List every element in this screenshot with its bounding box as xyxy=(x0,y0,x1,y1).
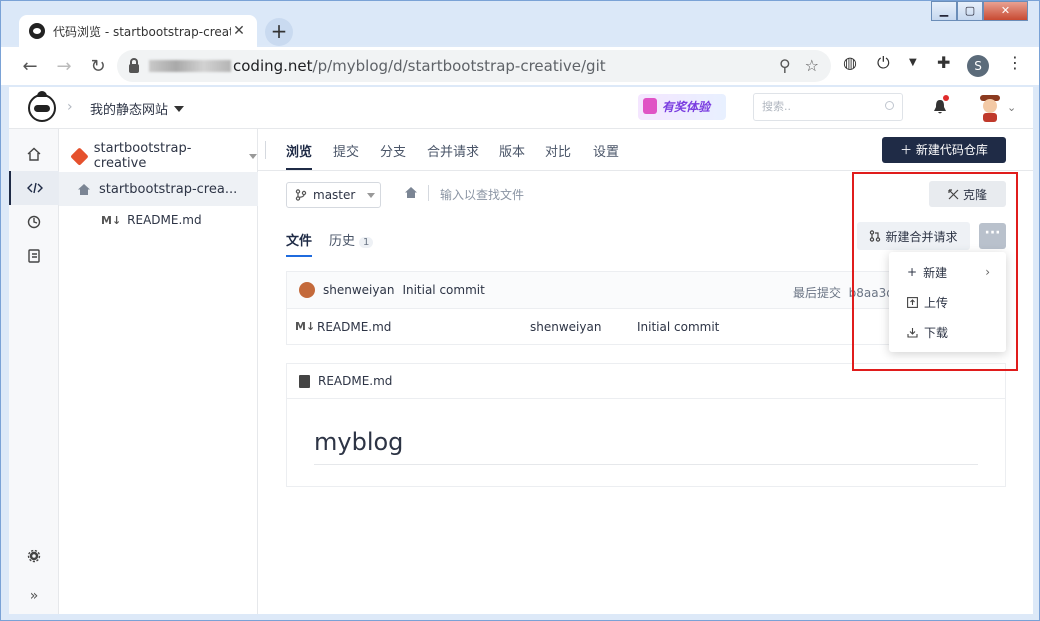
rail-artifacts[interactable] xyxy=(9,239,59,273)
maximize-button[interactable]: ▢ xyxy=(957,1,983,21)
url-text: coding.net/p/myblog/d/startbootstrap-cre… xyxy=(233,57,606,75)
file-search-input[interactable]: 输入以查找文件 xyxy=(440,186,524,203)
rail-settings[interactable] xyxy=(9,539,59,573)
branch-icon xyxy=(295,189,307,201)
home-icon xyxy=(27,147,41,161)
redacted-subdomain xyxy=(149,60,231,72)
rail-code[interactable] xyxy=(9,171,59,205)
tab-releases[interactable]: 版本 xyxy=(499,141,525,160)
readme-title: README.md xyxy=(318,374,393,388)
file-tree-panel: startbootstrap-creative startbootstrap-c… xyxy=(59,129,258,614)
author-avatar xyxy=(299,282,315,298)
history-count-badge: 1 xyxy=(359,237,374,248)
tree-root-item[interactable]: startbootstrap-crea... xyxy=(59,172,258,206)
notification-dot xyxy=(943,95,949,101)
file-name[interactable]: README.md xyxy=(317,320,391,334)
bell-icon[interactable] xyxy=(933,99,947,115)
new-tab-button[interactable]: + xyxy=(265,18,293,46)
user-avatar[interactable] xyxy=(977,93,1003,123)
profile-avatar[interactable]: S xyxy=(967,55,989,77)
tab-commits[interactable]: 提交 xyxy=(333,141,359,160)
back-icon[interactable]: ← xyxy=(13,56,47,77)
gear-icon xyxy=(27,549,41,563)
deploy-icon xyxy=(27,215,41,229)
home-icon[interactable] xyxy=(404,186,418,199)
annotation-highlight-box xyxy=(852,172,1018,371)
globe-extension-icon[interactable]: ◍ xyxy=(843,53,857,72)
zoom-icon[interactable]: ⚲ xyxy=(779,56,791,75)
branch-selector[interactable]: master xyxy=(286,182,381,208)
browser-menu-icon[interactable]: ⋮ xyxy=(1007,53,1023,72)
markdown-icon: M↓ xyxy=(101,213,122,227)
book-icon xyxy=(28,249,40,263)
tab-compare[interactable]: 对比 xyxy=(545,141,571,160)
reload-icon[interactable]: ↻ xyxy=(81,56,115,77)
web-page: › 我的静态网站 有奖体验 搜索.. ⌄ » startbootstrap-cr… xyxy=(9,87,1033,614)
code-icon xyxy=(27,182,43,194)
bookmark-star-icon[interactable]: ☆ xyxy=(805,56,819,75)
rail-ci[interactable] xyxy=(9,205,59,239)
git-icon xyxy=(70,146,89,166)
browser-toolbar: ← → ↻ coding.net/p/myblog/d/startbootstr… xyxy=(1,47,1039,85)
window-close-button[interactable]: ✕ xyxy=(983,1,1028,21)
project-name: 我的静态网站 xyxy=(90,103,169,118)
caret-down-icon xyxy=(174,105,185,112)
close-tab-icon[interactable]: ✕ xyxy=(231,23,247,39)
tab-browse[interactable]: 浏览 xyxy=(286,141,313,170)
repo-tabs: 浏览 提交 分支 合并请求 版本 对比 设置 ＋ 新建代码仓库 xyxy=(258,129,1033,171)
divider xyxy=(428,185,429,201)
readme-panel: README.md myblog xyxy=(286,363,1006,487)
tab-files[interactable]: 文件 xyxy=(286,230,313,257)
repo-name: startbootstrap-creative xyxy=(93,141,192,171)
rail-home[interactable] xyxy=(9,137,59,171)
browser-window: 代码浏览 - startbootstrap-creati ✕ + ▁ ▢ ✕ ←… xyxy=(0,0,1040,621)
tab-history[interactable]: 历史 1 xyxy=(329,230,374,249)
commit-author[interactable]: shenweiyan xyxy=(323,283,394,297)
chevron-right-icon: › xyxy=(67,99,73,115)
caret-down-icon xyxy=(367,192,376,198)
new-repo-button[interactable]: ＋ 新建代码仓库 xyxy=(882,137,1006,163)
minimize-button[interactable]: ▁ xyxy=(931,1,957,21)
repo-selector[interactable]: startbootstrap-creative xyxy=(70,141,257,171)
left-nav-rail: » xyxy=(9,129,59,614)
divider xyxy=(265,141,266,159)
project-switcher[interactable]: 我的静态网站 xyxy=(90,99,185,118)
tree-file-item[interactable]: M↓ README.md xyxy=(101,213,202,227)
promo-badge[interactable]: 有奖体验 xyxy=(638,94,726,120)
file-commit-message[interactable]: Initial commit xyxy=(637,320,719,334)
window-controls: ▁ ▢ ✕ xyxy=(931,1,1028,21)
search-icon xyxy=(885,101,894,110)
expand-rail-icon[interactable]: » xyxy=(9,579,59,613)
tab-title: 代码浏览 - startbootstrap-creati xyxy=(53,24,231,39)
tab-settings[interactable]: 设置 xyxy=(593,141,619,160)
search-input[interactable]: 搜索.. xyxy=(753,93,903,121)
commit-message[interactable]: Initial commit xyxy=(402,283,484,297)
caret-down-icon xyxy=(249,153,257,159)
tab-strip: 代码浏览 - startbootstrap-creati ✕ + ▁ ▢ ✕ xyxy=(1,1,1039,47)
markdown-icon: M↓ xyxy=(295,320,316,333)
app-header: › 我的静态网站 有奖体验 搜索.. ⌄ xyxy=(9,87,1033,129)
extension-menu-caret-icon[interactable]: ▼ xyxy=(909,57,917,68)
forward-icon[interactable]: → xyxy=(47,56,81,77)
coding-logo-icon[interactable] xyxy=(28,91,56,122)
browser-tab[interactable]: 代码浏览 - startbootstrap-creati ✕ xyxy=(19,15,257,47)
file-author: shenweiyan xyxy=(530,320,602,334)
tab-branches[interactable]: 分支 xyxy=(380,141,406,160)
book-icon xyxy=(299,374,310,388)
user-menu-caret-icon[interactable]: ⌄ xyxy=(1007,101,1016,114)
coding-favicon-icon xyxy=(29,23,45,39)
home-icon xyxy=(78,183,90,195)
readme-heading: myblog xyxy=(314,428,978,465)
power-extension-icon[interactable]: ⏻ xyxy=(877,53,890,73)
lock-icon xyxy=(129,57,139,73)
tab-merge-requests[interactable]: 合并请求 xyxy=(427,141,479,160)
address-bar[interactable]: coding.net/p/myblog/d/startbootstrap-cre… xyxy=(117,50,831,82)
puzzle-extensions-icon[interactable]: ✚ xyxy=(937,53,950,72)
